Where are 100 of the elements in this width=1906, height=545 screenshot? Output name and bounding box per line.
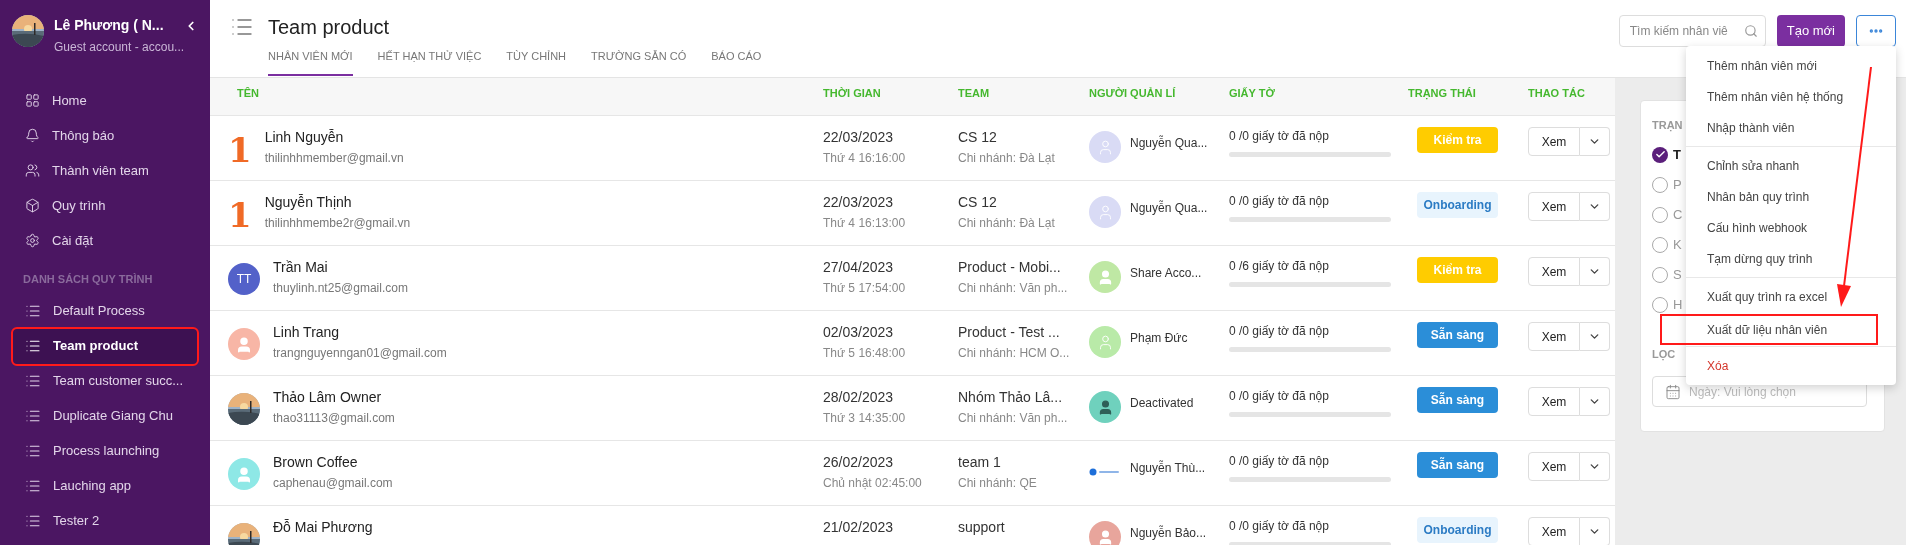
team-cell-text: Product - Mobi... bbox=[958, 258, 1062, 277]
option-label: C bbox=[1673, 205, 1683, 224]
view-button[interactable]: Xem bbox=[1528, 452, 1580, 481]
view-button[interactable]: Xem bbox=[1528, 257, 1580, 286]
status-badge: Sẵn sàng bbox=[1417, 387, 1498, 413]
employee-email: caphenau@gmail.com bbox=[273, 475, 393, 492]
column-header: THỜI GIAN bbox=[823, 86, 882, 101]
manager-name: Share Acco... bbox=[1130, 265, 1202, 282]
page-title: Team product bbox=[268, 15, 391, 40]
search-icon bbox=[1743, 24, 1758, 38]
menu-item[interactable]: Thêm nhân viên mới bbox=[1686, 50, 1896, 81]
documents-count: 0 /0 giấy tờ đã nộp bbox=[1229, 128, 1330, 145]
bell-icon bbox=[25, 128, 40, 143]
employee-name: Đỗ Mai Phương bbox=[273, 518, 373, 537]
menu-item[interactable]: Chỉnh sửa nhanh bbox=[1686, 150, 1896, 181]
time-cell-text: Thứ 5 17:54:00 bbox=[823, 280, 907, 297]
nav-item[interactable]: Home bbox=[0, 83, 210, 118]
column-header: TEAM bbox=[958, 86, 991, 101]
list-icon bbox=[25, 338, 41, 354]
dropdown-button[interactable] bbox=[1580, 322, 1610, 351]
status-badge: Kiểm tra bbox=[1417, 127, 1498, 153]
view-button[interactable]: Xem bbox=[1528, 387, 1580, 416]
tab[interactable]: TRƯỜNG SẴN CÓ bbox=[591, 48, 687, 76]
employee-email: thuylinh.nt25@gmail.com bbox=[273, 280, 408, 297]
branch-cell-text: Chi nhánh: HCM O... bbox=[958, 345, 1071, 362]
process-item[interactable]: Tester 2 bbox=[13, 503, 197, 539]
team-cell-text: CS 12 bbox=[958, 193, 998, 212]
tab[interactable]: NHÂN VIÊN MỚI bbox=[268, 48, 353, 76]
status-badge: Sẵn sàng bbox=[1417, 322, 1498, 348]
process-item[interactable]: Default Process bbox=[13, 293, 197, 329]
nav-item[interactable]: Thành viên team bbox=[0, 153, 210, 188]
option-label: P bbox=[1673, 175, 1682, 194]
process-item[interactable]: Team product bbox=[13, 328, 197, 364]
nav-item[interactable]: Cài đặt bbox=[0, 223, 210, 258]
section-title: DANH SÁCH QUY TRÌNH bbox=[22, 272, 154, 287]
tab[interactable]: TÙY CHỈNH bbox=[506, 48, 567, 76]
dropdown-button[interactable] bbox=[1580, 387, 1610, 416]
menu-item[interactable]: Xuất quy trình ra excel bbox=[1686, 281, 1896, 312]
avatar: TT bbox=[228, 263, 260, 295]
menu-item[interactable]: Nhân bản quy trình bbox=[1686, 181, 1896, 212]
manager-name: Nguyễn Qua... bbox=[1130, 134, 1208, 152]
radio-button[interactable] bbox=[1652, 146, 1668, 163]
dropdown-button[interactable] bbox=[1580, 127, 1610, 156]
view-button[interactable]: Xem bbox=[1528, 192, 1580, 221]
option-label: T bbox=[1673, 145, 1681, 164]
dropdown-button[interactable] bbox=[1580, 192, 1610, 221]
date-cell-text: 21/02/2023 bbox=[823, 518, 895, 537]
user-name: Lê Phương ( N... bbox=[54, 16, 164, 35]
search-field[interactable]: Tìm kiếm nhân viê bbox=[1618, 15, 1766, 47]
create-button[interactable]: Tạo mới bbox=[1776, 15, 1845, 47]
filter-title: LỌC bbox=[1652, 346, 1676, 362]
branch-cell-text: Chi nhánh: Đà Lạt bbox=[958, 215, 1056, 232]
process-item[interactable]: Process launching bbox=[13, 433, 197, 469]
account-type: Guest account - accou... bbox=[54, 39, 186, 56]
view-button[interactable]: Xem bbox=[1528, 127, 1580, 156]
view-button[interactable]: Xem bbox=[1528, 322, 1580, 351]
avatar-number: 1 bbox=[228, 195, 252, 235]
menu-item[interactable]: Tạm dừng quy trình bbox=[1686, 243, 1896, 274]
manager-name: Phạm Đức bbox=[1130, 330, 1188, 347]
users-icon bbox=[25, 163, 40, 178]
manager-name: Nguyễn Qua... bbox=[1130, 199, 1208, 217]
menu-item[interactable]: Xuất dữ liệu nhân viên bbox=[1662, 316, 1876, 343]
dropdown-button[interactable] bbox=[1580, 452, 1610, 481]
team-cell-text: support bbox=[958, 518, 1006, 537]
tab[interactable]: HẾT HẠN THỬ VIỆC bbox=[377, 48, 482, 76]
date-cell-text: 26/02/2023 bbox=[823, 453, 895, 472]
process-item[interactable]: Duplicate Giang Chu bbox=[13, 398, 197, 434]
logo-icon bbox=[1089, 466, 1121, 478]
time-cell-text: Thứ 4 16:13:00 bbox=[823, 215, 907, 232]
manager-name: Nguyễn Thù... bbox=[1130, 459, 1206, 477]
branch-cell-text: Chi nhánh: QE bbox=[958, 475, 1038, 492]
team-cell-text: CS 12 bbox=[958, 128, 998, 147]
employee-name: Thảo Lâm Owner bbox=[273, 388, 383, 407]
menu-item[interactable]: Cấu hình webhook bbox=[1686, 212, 1896, 243]
time-cell-text: Chủ nhật 02:45:00 bbox=[823, 475, 923, 492]
date-cell-text: 22/03/2023 bbox=[823, 193, 895, 212]
menu-item[interactable]: Thêm nhân viên hệ thống bbox=[1686, 81, 1896, 112]
option-label: H bbox=[1673, 295, 1683, 314]
documents-count: 0 /0 giấy tờ đã nộp bbox=[1229, 453, 1330, 470]
time-cell-text: Thứ 4 16:16:00 bbox=[823, 150, 907, 167]
employee-name: Trần Mai bbox=[273, 258, 329, 277]
team-cell-text: Product - Test ... bbox=[958, 323, 1061, 342]
dropdown-button[interactable] bbox=[1580, 517, 1610, 545]
team-cell-text: team 1 bbox=[958, 453, 1002, 472]
dropdown-button[interactable] bbox=[1580, 257, 1610, 286]
view-button[interactable]: Xem bbox=[1528, 517, 1580, 545]
nav-item[interactable]: Thông báo bbox=[0, 118, 210, 153]
tab[interactable]: BÁO CÁO bbox=[711, 48, 762, 76]
list-icon bbox=[25, 408, 41, 424]
status-badge: Onboarding bbox=[1417, 192, 1498, 218]
manager-name: Deactivated bbox=[1130, 395, 1194, 412]
process-item[interactable]: Lauching app bbox=[13, 468, 197, 504]
branch-cell-text: Chi nhánh: Văn ph... bbox=[958, 410, 1069, 427]
grid-icon bbox=[25, 93, 40, 108]
menu-item[interactable]: Nhập thành viên bbox=[1686, 112, 1896, 143]
nav-item[interactable]: Quy trình bbox=[0, 188, 210, 223]
employee-email: thao31113@gmail.com bbox=[273, 410, 395, 427]
documents-count: 0 /0 giấy tờ đã nộp bbox=[1229, 388, 1330, 405]
employee-name: Linh Nguyễn bbox=[264, 128, 345, 147]
process-item[interactable]: Team customer succ... bbox=[13, 363, 197, 399]
